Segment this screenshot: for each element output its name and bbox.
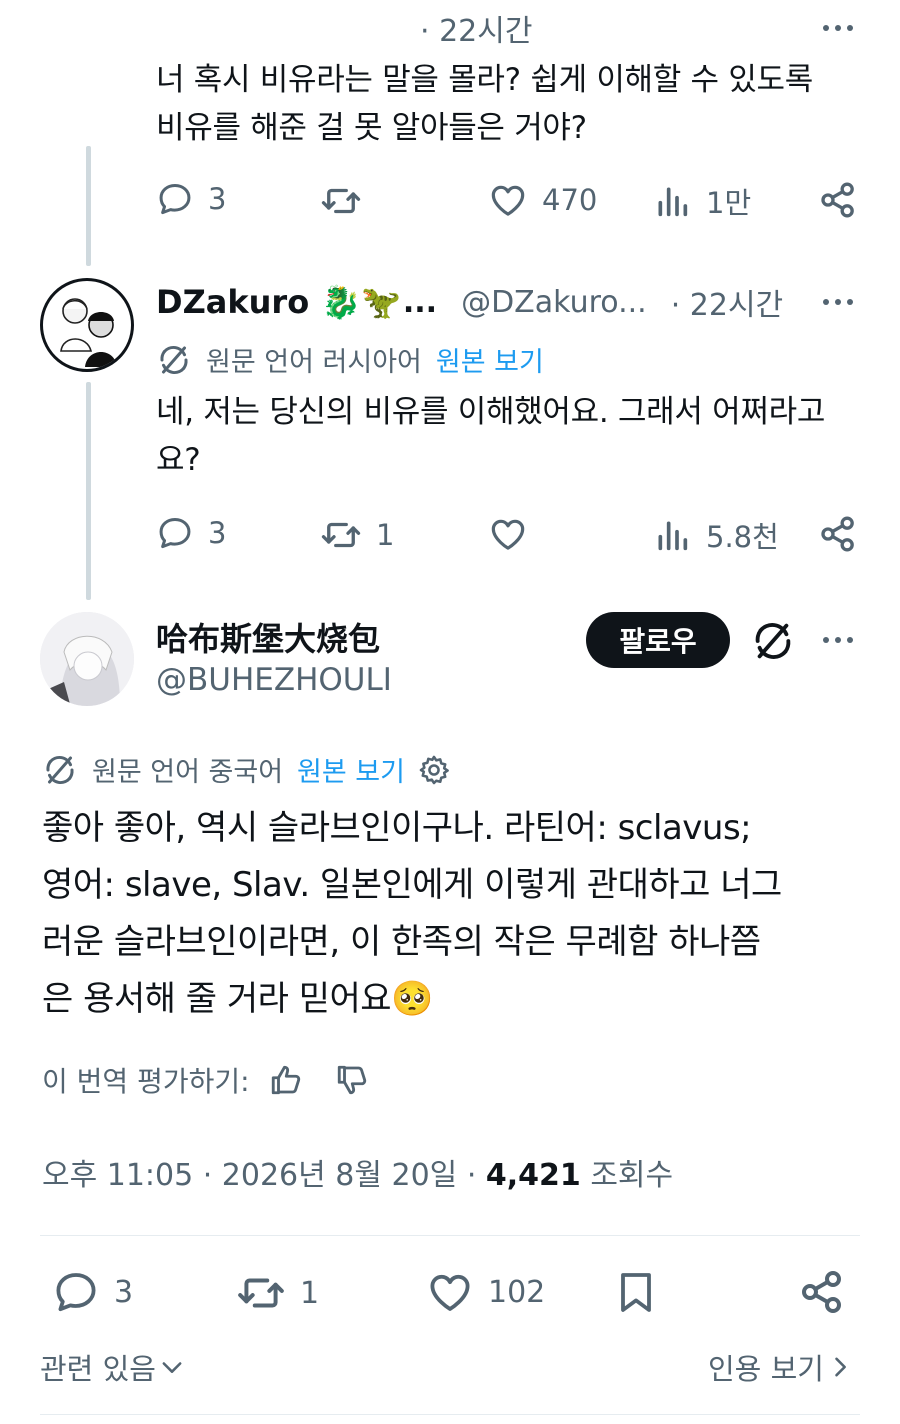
post-2-text: 네, 저는 당신의 비유를 이해했어요. 그래서 어쩌라고 요? [156, 388, 866, 484]
reply-button[interactable]: 3 [52, 1268, 133, 1316]
related-label: 관련 있음 [40, 1352, 156, 1386]
post-2-text-line: 네, 저는 당신의 비유를 이해했어요. 그래서 어쩌라고 [156, 394, 826, 430]
translation-label: 원문 언어 중국어 [92, 757, 284, 788]
main-author-name[interactable]: 哈布斯堡大烧包 [156, 614, 380, 660]
repost-button[interactable]: 1 [320, 514, 394, 556]
repost-icon [236, 1268, 286, 1318]
main-author-handle[interactable]: @BUHEZHOULI [156, 662, 392, 698]
heart-icon [488, 514, 528, 554]
related-toggle[interactable]: 관련 있음 [40, 1346, 186, 1388]
main-post-text-line: 러운 슬라브인이라면, 이 한족의 작은 무례함 하나쯤 [42, 922, 761, 962]
repost-button[interactable] [320, 180, 362, 222]
thread-line [86, 382, 91, 600]
reply-icon [52, 1268, 100, 1316]
heart-icon [426, 1268, 474, 1316]
main-post-text: 좋아 좋아, 역시 슬라브인이구나. 라틴어: sclavus; 영어: sla… [42, 800, 862, 1028]
reply-icon [156, 514, 194, 552]
author-name[interactable]: DZakuro [156, 283, 309, 321]
chevron-down-icon [162, 1362, 182, 1373]
post-1-time: · 22시간 [420, 14, 533, 49]
reply-button[interactable]: 3 [156, 180, 226, 218]
translate-icon [156, 342, 192, 378]
share-icon [798, 1268, 846, 1316]
views-count: 1만 [706, 186, 752, 220]
views-icon [652, 181, 692, 221]
rate-translation: 이 번역 평가하기: [42, 1060, 370, 1100]
quotes-link[interactable]: 인용 보기 [708, 1346, 854, 1388]
more-icon[interactable] [823, 25, 853, 31]
post-1-text-line: 너 혹시 비유라는 말을 몰라? 쉽게 이해할 수 있도록 [156, 62, 813, 98]
bottom-divider [40, 1414, 860, 1415]
thread-line [86, 146, 91, 266]
like-button[interactable]: 102 [426, 1268, 545, 1316]
views-count: 4,421 [485, 1158, 581, 1193]
views-button[interactable]: 5.8천 [652, 514, 779, 556]
thumbs-up-icon[interactable] [268, 1062, 304, 1098]
post-timestamp-row: 오후 11:05 · 2026년 8월 20일 · 4,421 조회수 [42, 1150, 673, 1194]
repost-count: 1 [300, 1275, 320, 1311]
share-button[interactable] [798, 1268, 846, 1316]
like-button[interactable]: 470 [488, 180, 597, 220]
post-1-text: 너 혹시 비유라는 말을 몰라? 쉽게 이해할 수 있도록 비유를 해준 걸 못… [156, 56, 856, 152]
translation-label: 원문 언어 러시아어 [206, 347, 422, 378]
bookmark-icon [612, 1268, 660, 1316]
author-emojis: 🐉🦖 [321, 283, 401, 321]
post-1-text-line: 비유를 해준 걸 못 알아들은 거야? [156, 110, 587, 146]
views-count: 5.8천 [706, 520, 779, 554]
bookmark-button[interactable] [612, 1268, 660, 1316]
show-original-link[interactable]: 원본 보기 [297, 750, 405, 789]
translation-bar: 원문 언어 러시아어 원본 보기 [156, 340, 544, 379]
translate-toggle[interactable] [750, 618, 796, 668]
reply-count: 3 [114, 1274, 134, 1310]
views-button[interactable]: 1만 [652, 180, 751, 222]
reply-count: 3 [208, 516, 227, 550]
translate-icon [42, 752, 78, 788]
post-2-time: · 22시간 [670, 288, 784, 323]
repost-icon [320, 180, 362, 222]
post-1-cut-header: ‾ ‾ ‾ ‾ ‾ ‾ ‾ [200, 4, 410, 18]
avatar-image [60, 298, 117, 367]
post-2-text-line: 요? [156, 442, 201, 478]
share-icon [818, 180, 858, 220]
main-post-text-line: 은 용서해 줄 거라 믿어요🥺 [42, 979, 433, 1019]
avatar[interactable] [40, 612, 134, 706]
share-icon [818, 514, 858, 554]
more-icon[interactable] [823, 637, 853, 643]
author-name-ellipsis: ... [402, 284, 438, 320]
views-label: 조회수 [580, 1158, 674, 1193]
rate-translation-label: 이 번역 평가하기: [42, 1065, 250, 1098]
reply-button[interactable]: 3 [156, 514, 226, 552]
translation-bar: 원문 언어 중국어 원본 보기 [42, 750, 451, 789]
more-icon[interactable] [823, 299, 853, 305]
divider [40, 1235, 860, 1236]
show-original-link[interactable]: 원본 보기 [436, 340, 544, 379]
avatar[interactable] [40, 278, 134, 372]
views-icon [652, 515, 692, 555]
like-count: 102 [488, 1274, 546, 1310]
like-button[interactable] [488, 514, 528, 554]
repost-count: 1 [376, 518, 395, 552]
repost-button[interactable]: 1 [236, 1268, 319, 1318]
follow-button[interactable]: 팔로우 [586, 612, 730, 668]
post-2-header: DZakuro 🐉🦖 ... @DZakuro... · 22시간 [156, 280, 783, 324]
main-post-text-line: 좋아 좋아, 역시 슬라브인이구나. 라틴어: sclavus; [42, 808, 752, 848]
thumbs-down-icon[interactable] [334, 1062, 370, 1098]
translate-icon [750, 618, 796, 664]
heart-icon [488, 180, 528, 220]
repost-icon [320, 514, 362, 556]
reply-icon [156, 180, 194, 218]
quotes-label: 인용 보기 [708, 1352, 824, 1386]
share-button[interactable] [818, 514, 858, 554]
post-timestamp[interactable]: 오후 11:05 · 2026년 8월 20일 · [42, 1158, 486, 1193]
avatar-image [40, 612, 134, 706]
chevron-right-icon [835, 1357, 846, 1377]
author-handle[interactable]: @DZakuro... [461, 285, 647, 320]
gear-icon[interactable] [417, 753, 451, 787]
share-button[interactable] [818, 180, 858, 220]
reply-count: 3 [208, 182, 227, 216]
main-post-text-line: 영어: slave, Slav. 일본인에게 이렇게 관대하고 너그 [42, 865, 782, 905]
like-count: 470 [542, 183, 598, 217]
